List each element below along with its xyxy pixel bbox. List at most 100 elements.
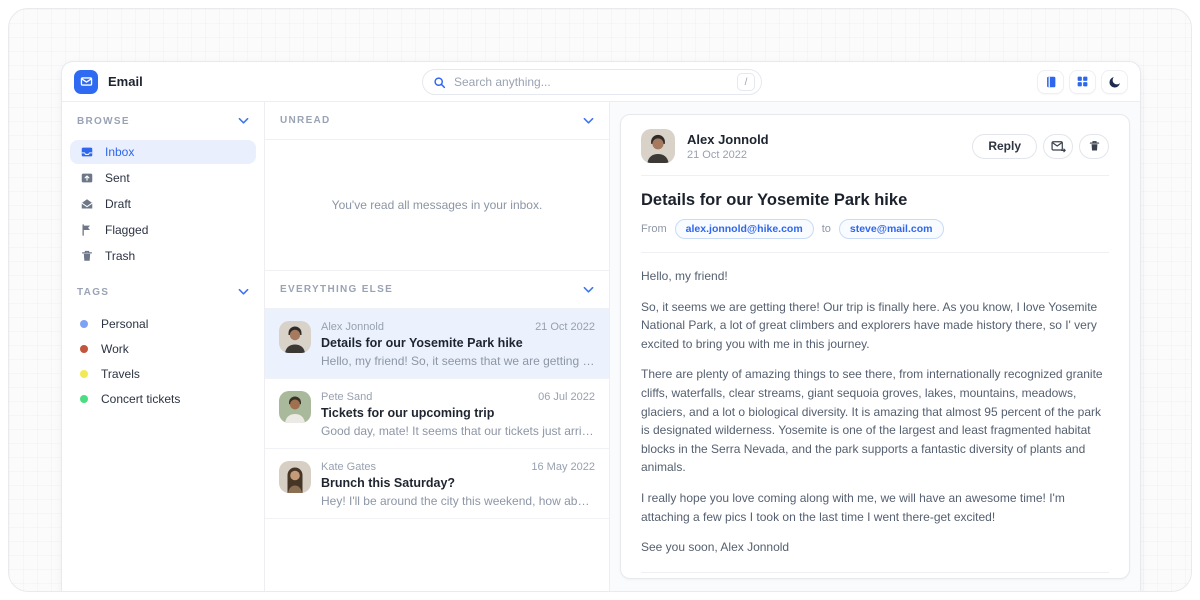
inbox-icon	[80, 145, 94, 159]
detail-sender-name: Alex Jonnold	[687, 132, 769, 147]
message-list-column: UNREAD You've read all messages in your …	[265, 102, 610, 592]
dark-mode-button[interactable]	[1101, 70, 1128, 94]
trash-icon	[80, 249, 94, 263]
avatar	[279, 461, 311, 493]
apps-grid-button[interactable]	[1069, 70, 1096, 94]
notebook-icon	[1044, 75, 1058, 89]
mail-date: 21 Oct 2022	[535, 321, 595, 333]
detail-actions: Reply	[972, 134, 1109, 159]
browse-nav: Inbox Sent Draft	[62, 140, 264, 268]
chevron-down-icon[interactable]	[238, 117, 249, 125]
sidebar-item-flagged[interactable]: Flagged	[70, 218, 256, 242]
tag-label: Concert tickets	[101, 392, 180, 406]
tags-list: Personal Work Travels Concert tickets	[62, 311, 264, 411]
to-email-chip[interactable]: steve@mail.com	[839, 219, 944, 239]
mail-item-content: Kate Gates 16 May 2022 Brunch this Satur…	[321, 461, 595, 508]
mail-preview: Hello, my friend! So, it seems that we a…	[321, 354, 595, 368]
detail-pane: Alex Jonnold 21 Oct 2022 Reply	[610, 102, 1140, 592]
sidebar-item-draft[interactable]: Draft	[70, 192, 256, 216]
tag-label: Personal	[101, 317, 148, 331]
sidebar-item-label: Flagged	[105, 223, 148, 237]
mail-sender: Kate Gates	[321, 461, 376, 473]
mail-date: 06 Jul 2022	[538, 391, 595, 403]
reply-button[interactable]: Reply	[972, 134, 1037, 159]
app-title: Email	[108, 74, 143, 89]
delete-mail-button[interactable]	[1079, 134, 1109, 159]
avatar	[641, 129, 675, 163]
body-paragraph: Hello, my friend!	[641, 267, 1109, 286]
mail-list-item[interactable]: Alex Jonnold 21 Oct 2022 Details for our…	[265, 309, 609, 379]
sidebar-item-label: Draft	[105, 197, 131, 211]
detail-subject: Details for our Yosemite Park hike	[641, 191, 1109, 210]
search-shortcut-key: /	[737, 73, 755, 91]
sent-icon	[80, 171, 94, 185]
draft-icon	[80, 197, 94, 211]
mail-preview: Good day, mate! It seems that our ticket…	[321, 424, 595, 438]
search-icon	[433, 76, 446, 89]
app-body: BROWSE Inbox	[62, 102, 1140, 592]
body-paragraph: There are plenty of amazing things to se…	[641, 365, 1109, 477]
mail-preview: Hey! I'll be around the city this weeken…	[321, 494, 595, 508]
mail-list-item[interactable]: Kate Gates 16 May 2022 Brunch this Satur…	[265, 449, 609, 519]
mail-subject: Tickets for our upcoming trip	[321, 406, 595, 420]
body-paragraph: I really hope you love coming along with…	[641, 489, 1109, 526]
tags-label: TAGS	[77, 287, 109, 298]
tag-dot	[80, 395, 88, 403]
from-to-row: From alex.jonnold@hike.com to steve@mail…	[641, 219, 1109, 253]
sidebar-item-label: Sent	[105, 171, 130, 185]
mail-date: 16 May 2022	[531, 461, 595, 473]
unread-section-header: UNREAD	[265, 102, 609, 140]
tag-item-concert-tickets[interactable]: Concert tickets	[70, 386, 256, 411]
mail-item-content: Pete Sand 06 Jul 2022 Tickets for our up…	[321, 391, 595, 438]
mail-sender: Pete Sand	[321, 391, 372, 403]
to-label: to	[822, 223, 831, 235]
sender-block: Alex Jonnold 21 Oct 2022	[687, 132, 769, 161]
body-paragraph: See you soon, Alex Jonnold	[641, 538, 1109, 557]
mail-list-item[interactable]: Pete Sand 06 Jul 2022 Tickets for our up…	[265, 379, 609, 449]
search-bar[interactable]: /	[422, 69, 762, 95]
unread-label: UNREAD	[280, 115, 331, 126]
tag-dot	[80, 370, 88, 378]
app-header: Email /	[62, 62, 1140, 102]
avatar	[279, 391, 311, 423]
header-actions	[1037, 70, 1128, 94]
from-email-chip[interactable]: alex.jonnold@hike.com	[675, 219, 814, 239]
body-paragraph: So, it seems we are getting there! Our t…	[641, 298, 1109, 354]
tag-label: Travels	[101, 367, 140, 381]
chevron-down-icon[interactable]	[238, 288, 249, 296]
sidebar-item-label: Inbox	[105, 145, 134, 159]
tag-item-work[interactable]: Work	[70, 336, 256, 361]
sidebar-item-trash[interactable]: Trash	[70, 244, 256, 268]
mail-subject: Details for our Yosemite Park hike	[321, 336, 595, 350]
tags-section-header: TAGS	[62, 273, 264, 311]
forward-mail-button[interactable]	[1043, 134, 1073, 159]
email-body: Hello, my friend! So, it seems we are ge…	[641, 253, 1109, 573]
mail-forward-icon	[1051, 140, 1066, 153]
notebook-button[interactable]	[1037, 70, 1064, 94]
tag-dot	[80, 345, 88, 353]
email-detail-card: Alex Jonnold 21 Oct 2022 Reply	[620, 114, 1130, 579]
envelope-icon	[79, 74, 94, 89]
sidebar-item-inbox[interactable]: Inbox	[70, 140, 256, 164]
everything-else-section-header: EVERYTHING ELSE	[265, 271, 609, 309]
search-input[interactable]	[454, 75, 729, 89]
chevron-down-icon[interactable]	[583, 286, 594, 294]
trash-icon	[1088, 139, 1101, 153]
tag-dot	[80, 320, 88, 328]
detail-header: Alex Jonnold 21 Oct 2022 Reply	[641, 115, 1109, 176]
sidebar: BROWSE Inbox	[62, 102, 265, 592]
email-app-logo	[74, 70, 98, 94]
sidebar-item-sent[interactable]: Sent	[70, 166, 256, 190]
detail-date: 21 Oct 2022	[687, 149, 769, 161]
unread-empty-message: You've read all messages in your inbox.	[265, 140, 609, 271]
email-app-window: Email /	[61, 61, 1141, 592]
mail-subject: Brunch this Saturday?	[321, 476, 595, 490]
tag-item-travels[interactable]: Travels	[70, 361, 256, 386]
from-label: From	[641, 223, 667, 235]
browse-section-header: BROWSE	[62, 102, 264, 140]
mail-item-content: Alex Jonnold 21 Oct 2022 Details for our…	[321, 321, 595, 368]
tag-item-personal[interactable]: Personal	[70, 311, 256, 336]
chevron-down-icon[interactable]	[583, 117, 594, 125]
sidebar-item-label: Trash	[105, 249, 135, 263]
page-frame: Email /	[8, 8, 1192, 592]
